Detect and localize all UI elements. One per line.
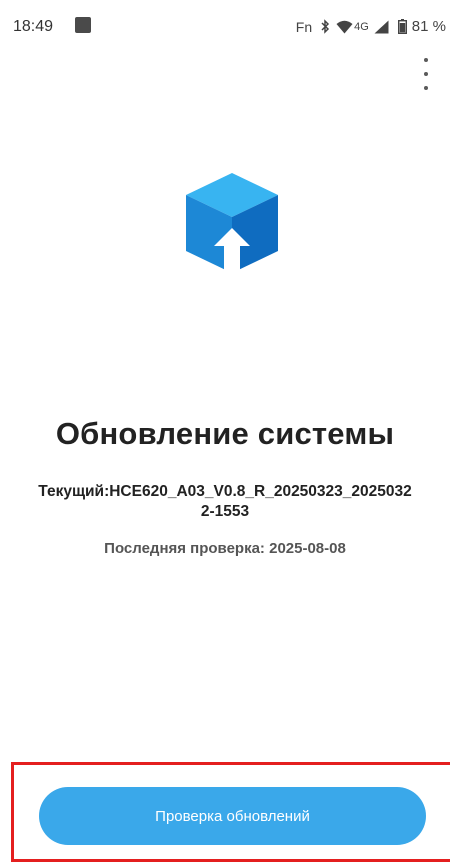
battery-icon: [397, 19, 407, 34]
cell-signal-icon: [374, 20, 389, 34]
page-title: Обновление системы: [55, 416, 395, 451]
bluetooth-icon: [320, 19, 331, 34]
fn-indicator: Fn: [295, 18, 313, 35]
notification-square-icon: [75, 17, 91, 33]
current-version: Текущий:HCE620_A03_V0.8_R_20250323_20250…: [0, 482, 450, 522]
status-icons: Fn 4G 81 %: [296, 18, 446, 35]
system-update-box-icon: [182, 170, 282, 276]
last-check-date: Последняя проверка: 2025-08-08: [104, 540, 346, 557]
current-version-line-2: 2-1553: [200, 503, 250, 520]
wifi-icon: [336, 20, 353, 34]
current-version-line-1: Текущий:HCE620_A03_V0.8_R_20250323_20250…: [38, 483, 412, 500]
menu-dot: [424, 58, 428, 62]
menu-dot: [424, 86, 428, 90]
menu-dot: [424, 72, 428, 76]
network-type: 4G: [354, 20, 369, 33]
status-time: 18:49: [13, 18, 54, 35]
battery-percent: 81 %: [411, 18, 446, 35]
more-vert-icon[interactable]: [416, 56, 436, 92]
status-bar: 18:49 Fn 4G 81 %: [0, 0, 450, 52]
check-updates-button[interactable]: Проверка обновлений: [39, 787, 426, 845]
